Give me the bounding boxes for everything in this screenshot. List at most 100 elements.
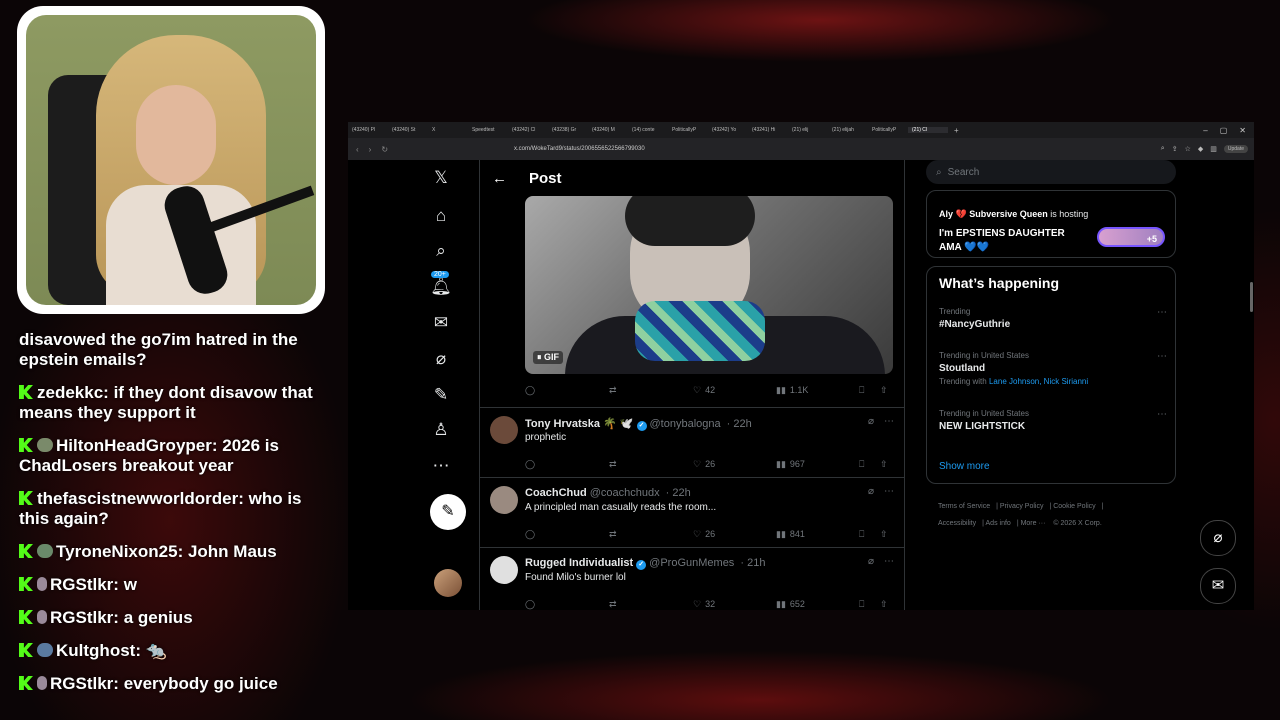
views-button[interactable]: ▮▮ 967 <box>776 459 805 470</box>
reply-icon[interactable]: ◯ <box>525 385 535 396</box>
share-icon[interactable]: ⇪ <box>1172 145 1178 153</box>
mail-icon[interactable]: ✉ <box>423 313 459 337</box>
trend-item[interactable]: Trending #NancyGuthrie ⋯ <box>939 307 1167 330</box>
footer-link[interactable]: Terms of Service <box>938 503 990 510</box>
trend-item[interactable]: Trending in United States Stoutland Tren… <box>939 351 1167 386</box>
reply-tweet[interactable]: Tony Hrvatska 🌴 🕊️ ✓ @tonybalogna · 22h pr… <box>480 407 904 478</box>
trend-item[interactable]: Trending in United States NEW LIGHTSTICK… <box>939 409 1167 432</box>
browser-tab[interactable]: (43238) Gr <box>548 127 588 133</box>
forward-arrow-icon[interactable]: › <box>369 145 372 154</box>
bookmark-icon[interactable]: ⎕ <box>859 459 864 470</box>
like-button[interactable]: ♡ 32 <box>693 599 715 610</box>
x-logo-icon[interactable]: 𝕏 <box>423 168 459 192</box>
listener-avatars[interactable]: +5 <box>1097 227 1165 247</box>
profile-icon[interactable]: ♙ <box>423 420 459 444</box>
browser-tab[interactable]: (21) elij <box>788 127 828 133</box>
share-icon[interactable]: ⇧ <box>880 529 888 540</box>
avatar[interactable] <box>490 416 518 444</box>
retweet-icon[interactable]: ⇄ <box>609 459 617 470</box>
new-tab-icon[interactable]: + <box>948 126 959 135</box>
browser-tab[interactable]: PoliticallyP <box>668 127 708 133</box>
bookmark-icon[interactable]: ⎕ <box>859 529 864 540</box>
browser-tab[interactable]: (14) conte <box>628 127 668 133</box>
browser-tab[interactable]: (43240) Pl <box>348 127 388 133</box>
tweet-author[interactable]: Tony Hrvatska 🌴 🕊️ ✓ @tonybalogna · 22h <box>525 417 752 431</box>
reload-icon[interactable]: ↻ <box>381 145 388 154</box>
reply-tweet[interactable]: CoachChud @coachchudx · 22h A principled … <box>480 477 904 548</box>
extension-icon[interactable]: ◆ <box>1198 145 1203 153</box>
close-icon[interactable]: ✕ <box>1239 126 1246 135</box>
views-button[interactable]: ▮▮ 841 <box>776 529 805 540</box>
retweet-icon[interactable]: ⇄ <box>609 529 617 540</box>
footer-link[interactable]: Ads info <box>986 520 1011 527</box>
zoom-icon[interactable]: ⌕ <box>1161 145 1165 153</box>
reply-icon[interactable]: ◯ <box>525 459 535 470</box>
grok-float-button[interactable]: ⌀ <box>1200 520 1236 556</box>
back-arrow-icon[interactable]: ‹ <box>356 145 359 154</box>
reply-icon[interactable]: ◯ <box>525 529 535 540</box>
more-icon[interactable]: ⋯ <box>423 456 459 480</box>
back-arrow-icon[interactable]: ← <box>492 170 507 187</box>
bookmark-icon[interactable]: ☆ <box>1185 145 1191 153</box>
footer-link[interactable]: Cookie Policy <box>1053 503 1095 510</box>
update-button[interactable]: Update <box>1223 145 1248 153</box>
search-icon[interactable]: ⌕ <box>423 241 459 265</box>
share-icon[interactable]: ⇧ <box>880 385 888 396</box>
footer-link[interactable]: Privacy Policy <box>1000 503 1044 510</box>
browser-tab[interactable]: (43242) Yo <box>708 127 748 133</box>
like-button[interactable]: ♡ 26 <box>693 529 715 540</box>
bookmark-icon[interactable]: ⎕ <box>859 385 864 396</box>
grok-icon[interactable]: ⌀ <box>868 416 874 427</box>
grok-icon[interactable]: ⌀ <box>868 486 874 497</box>
avatar[interactable] <box>434 569 462 597</box>
more-icon[interactable]: ⋯ <box>884 416 894 427</box>
more-icon[interactable]: ⋯ <box>1157 409 1167 420</box>
more-icon[interactable]: ⋯ <box>1157 351 1167 362</box>
live-space-card[interactable]: Aly 💔 Subversive Queen is hosting I'm EP… <box>926 190 1176 258</box>
like-button[interactable]: ♡ 42 <box>693 385 715 396</box>
post-button[interactable]: ✎ <box>430 494 466 530</box>
gif-badge[interactable]: ⏸ GIF <box>533 351 564 364</box>
grok-icon[interactable]: ⌀ <box>868 556 874 567</box>
tweet-author[interactable]: Rugged Individualist ✓ @ProGunMemes · 21h <box>525 557 765 570</box>
retweet-icon[interactable]: ⇄ <box>609 599 617 610</box>
share-icon[interactable]: ⇧ <box>880 459 888 470</box>
more-icon[interactable]: ⋯ <box>1157 307 1167 318</box>
browser-tab[interactable]: Speedtest <box>468 127 508 133</box>
share-icon[interactable]: ⇧ <box>880 599 888 610</box>
browser-tab[interactable]: (43242) Cl <box>508 127 548 133</box>
views-button[interactable]: ▮▮ 1.1K <box>776 385 808 396</box>
show-more-link[interactable]: Show more <box>939 461 990 472</box>
browser-tab[interactable]: PoliticallyP <box>868 127 908 133</box>
url-field[interactable]: x.com/WokeTard9/status/20065565225667990… <box>514 146 934 152</box>
bell-icon[interactable]: 🔔︎ 20+ <box>423 271 459 301</box>
more-icon[interactable]: ⋯ <box>884 486 894 497</box>
grok-icon[interactable]: ⌀ <box>423 349 459 373</box>
home-icon[interactable]: ⌂ <box>423 206 459 230</box>
like-button[interactable]: ♡ 26 <box>693 459 715 470</box>
browser-tab[interactable]: (21) elijah <box>828 127 868 133</box>
messages-float-button[interactable]: ✉ <box>1200 568 1236 604</box>
footer-link[interactable]: More ··· <box>1021 520 1046 527</box>
gif-media[interactable]: ⏸ GIF <box>525 196 893 374</box>
minimize-icon[interactable]: – <box>1203 126 1207 135</box>
reply-icon[interactable]: ◯ <box>525 599 535 610</box>
sidebar-icon[interactable]: ▥ <box>1210 145 1217 153</box>
scrollbar[interactable] <box>1250 282 1253 312</box>
browser-tab[interactable]: (43241) Hi <box>748 127 788 133</box>
retweet-icon[interactable]: ⇄ <box>609 385 617 396</box>
avatar[interactable] <box>490 486 518 514</box>
browser-tab-active[interactable]: (21) Cl <box>908 127 948 133</box>
avatar[interactable] <box>490 556 518 584</box>
search-input[interactable]: ⌕ Search <box>926 160 1176 184</box>
browser-tab[interactable]: (43240) M <box>588 127 628 133</box>
bookmark-icon[interactable]: ⎕ <box>859 599 864 610</box>
footer-link[interactable]: Accessibility <box>938 520 976 527</box>
browser-tab[interactable]: X <box>428 127 468 133</box>
views-button[interactable]: ▮▮ 652 <box>776 599 805 610</box>
maximize-icon[interactable]: ▢ <box>1220 126 1228 135</box>
browser-tab[interactable]: (43240) St <box>388 127 428 133</box>
reply-tweet[interactable]: Rugged Individualist ✓ @ProGunMemes · 21h … <box>480 547 904 610</box>
more-icon[interactable]: ⋯ <box>884 556 894 567</box>
lists-icon[interactable]: ✎ <box>423 385 459 409</box>
